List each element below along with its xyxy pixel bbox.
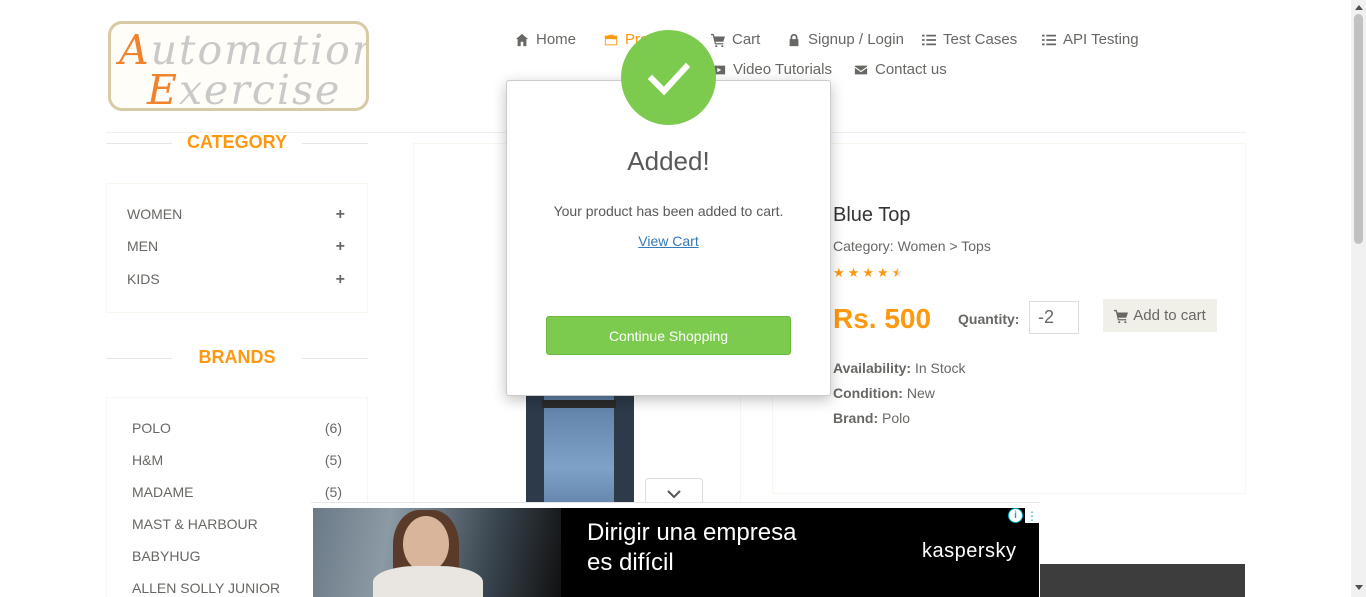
logo-line-2: Exercise [147, 66, 342, 111]
product-name: Blue Top [833, 204, 911, 226]
brand-label: H&M [132, 452, 164, 468]
plus-icon[interactable]: + [336, 238, 345, 256]
checkmark-icon [647, 62, 690, 95]
scrollbar-thumb[interactable] [1354, 14, 1363, 244]
star-icon: ★ [862, 265, 874, 280]
add-to-cart-label: Add to cart [1133, 307, 1206, 324]
category-men[interactable]: MEN + [127, 238, 345, 256]
brand-hm[interactable]: H&M (5) [132, 452, 342, 468]
ad-headline-line-2: es difícil [587, 549, 674, 576]
scroll-down-icon[interactable] [1355, 585, 1363, 590]
category-heading: Category [106, 132, 368, 153]
product-photo-jeans [544, 396, 614, 512]
add-to-cart-button[interactable]: Add to cart [1103, 299, 1217, 332]
list-icon [1042, 34, 1056, 45]
brand-madame[interactable]: MADAME (5) [132, 484, 342, 500]
quantity-input[interactable] [1029, 301, 1079, 334]
nav-home-label: Home [536, 31, 577, 48]
list-icon [922, 34, 936, 45]
home-icon [515, 33, 529, 46]
page: Automation Exercise Home Products Cart S… [0, 0, 1366, 597]
brand-label: POLO [132, 420, 171, 436]
ad-photo-body [373, 566, 483, 597]
category-women[interactable]: WOMEN + [127, 206, 345, 224]
ad-photo-face [403, 516, 449, 572]
quantity-label: Quantity: [958, 311, 1020, 327]
ad-info-icon[interactable]: i [1008, 508, 1023, 523]
star-icon: ★ [876, 265, 889, 280]
category-label: MEN [127, 238, 159, 254]
availability-value: In Stock [911, 360, 966, 376]
brand-label: MAST & HARBOUR [132, 516, 258, 532]
nav-test-cases-label: Test Cases [943, 31, 1018, 48]
availability-label: Availability: [833, 360, 912, 376]
briefcase-icon [604, 34, 618, 45]
condition-label: Condition: [833, 385, 903, 401]
category-kids[interactable]: KIDS + [127, 271, 345, 289]
envelope-icon [854, 65, 868, 74]
nav-api-testing-label: API Testing [1063, 31, 1139, 48]
ad-brand-logo: kaspersky [922, 540, 1017, 562]
plus-icon[interactable]: + [336, 271, 345, 289]
modal-message: Your product has been added to cart. [553, 203, 784, 219]
view-cart-link[interactable]: View Cart [638, 233, 698, 249]
category-label: WOMEN [127, 206, 183, 222]
brand-value: Polo [878, 410, 911, 426]
brand-label: MADAME [132, 484, 194, 500]
product-availability: Availability: In Stock [833, 360, 966, 376]
nav-contact-label: Contact us [875, 61, 947, 78]
plus-icon[interactable]: + [336, 206, 345, 224]
cart-icon [1114, 309, 1129, 323]
star-icon: ★ [833, 265, 845, 280]
brand-field-label: Brand: [833, 410, 879, 426]
product-photo-belt [542, 400, 616, 408]
product-category: Category: Women > Tops [833, 238, 991, 254]
nav-login[interactable]: Signup / Login [787, 31, 904, 48]
product-price: Rs. 500 [833, 303, 932, 334]
brand-polo[interactable]: POLO (6) [132, 420, 342, 436]
cart-icon [711, 33, 725, 47]
brand-count: (6) [324, 420, 342, 436]
success-check-icon [621, 30, 716, 125]
ad-menu-icon[interactable]: ⋮ [1025, 508, 1039, 523]
brand-count: (5) [324, 484, 342, 500]
brand-count: (5) [324, 452, 342, 468]
scroll-up-icon[interactable] [1355, 5, 1363, 10]
logo-cap-e: E [147, 66, 179, 111]
ad-banner[interactable]: Dirigir una empresa es difícil kaspersky [313, 508, 1039, 597]
review-section-bar [1038, 564, 1245, 597]
category-panel: WOMEN + MEN + KIDS + [106, 183, 368, 313]
nav-cart[interactable]: Cart [711, 31, 760, 48]
chevron-down-icon [667, 489, 681, 498]
modal-link-wrap: View Cart [506, 233, 831, 249]
lock-icon [789, 33, 799, 46]
nav-test-cases[interactable]: Test Cases [922, 31, 1017, 48]
modal-title: Added! [627, 146, 710, 176]
brands-heading: Brands [106, 347, 368, 368]
nav-contact[interactable]: Contact us [854, 61, 947, 78]
nav-video-tutorials-label: Video Tutorials [733, 61, 832, 78]
logo-cap-a: A [119, 26, 151, 74]
nav-home[interactable]: Home [515, 31, 576, 48]
ad-photo [313, 508, 561, 597]
logo-text-2: xercise [178, 66, 342, 111]
star-half-icon: ★ [891, 265, 904, 280]
site-logo[interactable]: Automation Exercise [108, 21, 369, 111]
product-brand: Brand: Polo [833, 410, 910, 426]
brand-label: BABYHUG [132, 548, 201, 564]
condition-value: New [902, 385, 935, 401]
nav-cart-label: Cart [732, 31, 761, 48]
continue-shopping-button[interactable]: Continue Shopping [546, 316, 791, 355]
category-label: KIDS [127, 271, 160, 287]
ad-headline: Dirigir una empresa es difícil [587, 518, 796, 578]
brand-label: ALLEN SOLLY JUNIOR [132, 580, 281, 596]
product-condition: Condition: New [833, 385, 935, 401]
product-rating: ★ ★ ★ ★ ★ [833, 265, 903, 281]
ad-headline-line-1: Dirigir una empresa [587, 519, 797, 546]
star-icon: ★ [847, 265, 860, 280]
nav-video-tutorials[interactable]: Video Tutorials [712, 61, 832, 78]
nav-login-label: Signup / Login [808, 31, 904, 48]
nav-api-testing[interactable]: API Testing [1042, 31, 1139, 48]
